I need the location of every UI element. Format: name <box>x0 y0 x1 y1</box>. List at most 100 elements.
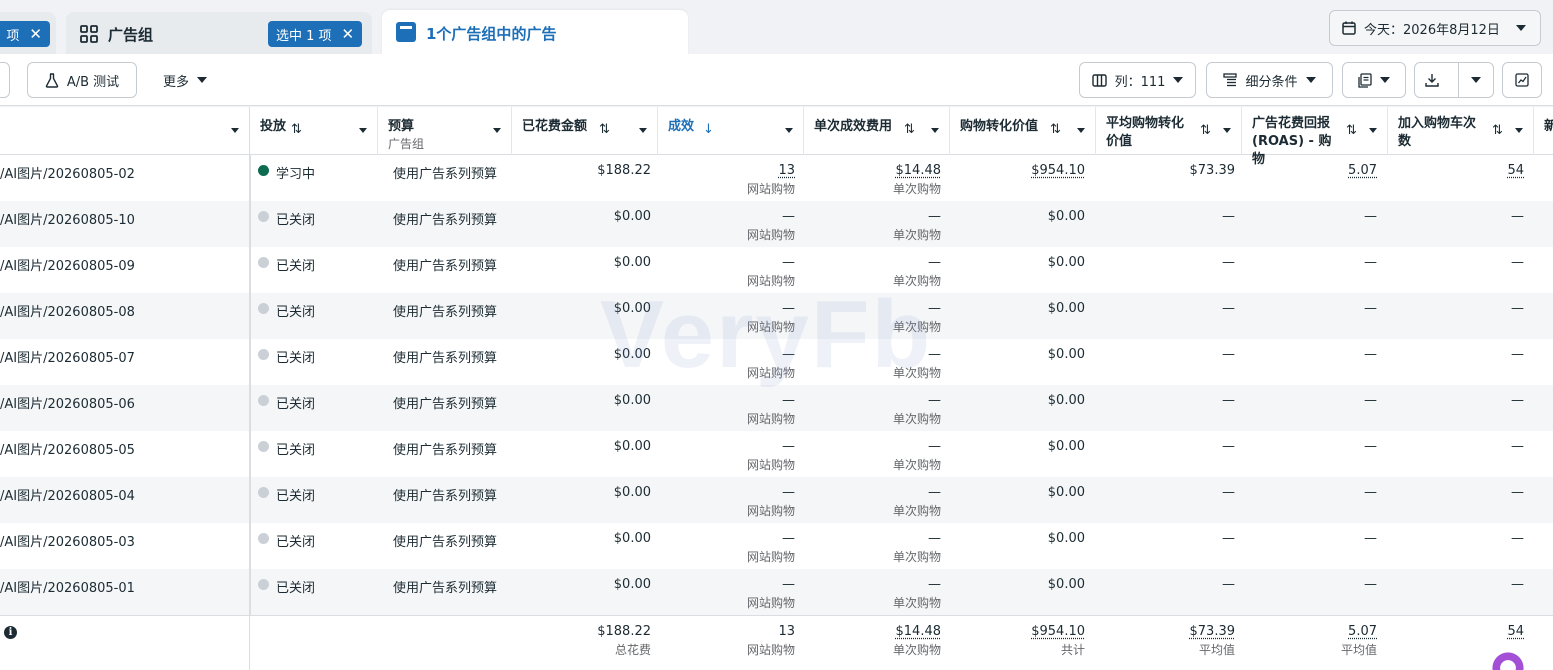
ad-name[interactable]: /AI图片/20260805-08 <box>0 305 135 320</box>
ad-name[interactable]: /AI图片/20260805-01 <box>0 581 135 596</box>
roas-cell: 5.07 <box>1242 155 1388 201</box>
sort-icon[interactable]: ⇅ <box>1492 122 1503 140</box>
sort-icon[interactable]: ⇅ <box>1346 122 1357 140</box>
chevron-down-icon[interactable] <box>1077 128 1085 133</box>
sort-desc-icon[interactable]: ↓ <box>703 122 714 137</box>
results-sub: 网站购物 <box>658 594 795 611</box>
column-header-delivery[interactable]: 投放 ⇅ <box>250 107 378 155</box>
chevron-down-icon[interactable] <box>931 128 939 133</box>
roas-value: — <box>1364 393 1377 408</box>
table-row[interactable]: /AI图片/20260805-05 已关闭 使用广告系列预算 $0.00 — 网站购物 — 单… <box>0 431 1553 477</box>
ad-name[interactable]: /AI图片/20260805-10 <box>0 213 135 228</box>
ad-name[interactable]: /AI图片/20260805-07 <box>0 351 135 366</box>
ad-name-cell[interactable]: /AI图片/20260805-05 <box>0 431 250 477</box>
ab-test-label: A/B 测试 <box>67 71 119 90</box>
export-dropdown-button[interactable] <box>1458 63 1493 97</box>
table-header: 投放 ⇅ 预算 广告组 已花费金额 ⇅ 成效 ↓ 单次成效费用 ⇅ 购物转化价值… <box>0 107 1553 155</box>
table-row[interactable]: /AI图片/20260805-02 学习中 使用广告系列预算 $188.22 13 网站购… <box>0 155 1553 201</box>
column-header-cost-per-result[interactable]: 单次成效费用 ⇅ <box>804 107 950 155</box>
close-icon[interactable]: ✕ <box>342 27 355 42</box>
ad-name[interactable]: /AI图片/20260805-03 <box>0 535 135 550</box>
column-header-purchase-value[interactable]: 购物转化价值 ⇅ <box>950 107 1096 155</box>
cost-per-result-cell: — 单次购物 <box>804 201 950 247</box>
ad-name-cell[interactable]: /AI图片/20260805-07 <box>0 339 250 385</box>
cpr-sub: 单次购物 <box>804 502 941 519</box>
tab-ad-sets[interactable]: 广告组 选中 1 项 ✕ <box>66 12 372 56</box>
sort-icon[interactable]: ⇅ <box>1050 122 1061 137</box>
breakdown-icon <box>1223 73 1237 87</box>
chevron-down-icon[interactable] <box>1223 128 1231 133</box>
tab-ads[interactable]: 1个广告组中的广告 <box>382 10 688 56</box>
results-value: — <box>782 439 795 454</box>
breakdown-button[interactable]: 细分条件 <box>1206 62 1333 98</box>
sort-icon[interactable]: ⇅ <box>291 122 302 137</box>
info-icon[interactable]: i <box>4 626 17 639</box>
chevron-down-icon[interactable] <box>785 128 793 133</box>
budget-value: 使用广告系列预算 <box>393 305 497 320</box>
column-header-name[interactable] <box>0 107 250 155</box>
ad-name-cell[interactable]: /AI图片/20260805-10 <box>0 201 250 247</box>
chevron-down-icon[interactable] <box>231 128 239 133</box>
ad-name[interactable]: /AI图片/20260805-05 <box>0 443 135 458</box>
ad-name-cell[interactable]: /AI图片/20260805-03 <box>0 523 250 569</box>
budget-cell: 使用广告系列预算 <box>378 155 512 201</box>
ad-name-cell[interactable]: /AI图片/20260805-06 <box>0 385 250 431</box>
chevron-down-icon <box>1380 77 1390 83</box>
status-dot-icon <box>258 349 269 360</box>
campaigns-selection-pill[interactable]: 项 ✕ <box>0 21 50 47</box>
ad-name[interactable]: /AI图片/20260805-02 <box>0 167 135 182</box>
more-button[interactable]: 更多 <box>150 62 220 98</box>
ad-name-cell[interactable]: /AI图片/20260805-02 <box>0 155 250 201</box>
table-row[interactable]: /AI图片/20260805-06 已关闭 使用广告系列预算 $0.00 — 网站购物 — 单… <box>0 385 1553 431</box>
chevron-down-icon[interactable] <box>639 128 647 133</box>
table-row[interactable]: /AI图片/20260805-10 已关闭 使用广告系列预算 $0.00 — 网站购物 — 单… <box>0 201 1553 247</box>
table-row[interactable]: /AI图片/20260805-09 已关闭 使用广告系列预算 $0.00 — 网站购物 — 单… <box>0 247 1553 293</box>
table-row[interactable]: /AI图片/20260805-07 已关闭 使用广告系列预算 $0.00 — 网站购物 — 单… <box>0 339 1553 385</box>
column-header-roas[interactable]: 广告花费回报 (ROAS) - 购物 ⇅ <box>1242 107 1388 155</box>
budget-value: 使用广告系列预算 <box>393 535 497 550</box>
ad-name[interactable]: /AI图片/20260805-04 <box>0 489 135 504</box>
column-header-add-to-cart[interactable]: 加入购物车次数 ⇅ <box>1388 107 1534 155</box>
sort-icon[interactable]: ⇅ <box>904 122 915 137</box>
column-header-spent[interactable]: 已花费金额 ⇅ <box>512 107 658 155</box>
chevron-down-icon[interactable] <box>493 128 501 133</box>
results-sub: 网站购物 <box>658 364 795 381</box>
chevron-down-icon[interactable] <box>1515 128 1523 133</box>
cpr-sub: 单次购物 <box>804 456 941 473</box>
table-row[interactable]: /AI图片/20260805-03 已关闭 使用广告系列预算 $0.00 — 网站购物 — 单… <box>0 523 1553 569</box>
avg-purchase-value-cell: — <box>1096 431 1242 477</box>
column-header-budget[interactable]: 预算 广告组 <box>378 107 512 155</box>
sort-icon[interactable]: ⇅ <box>599 122 610 137</box>
ad-name-cell[interactable]: /AI图片/20260805-08 <box>0 293 250 339</box>
export-button[interactable] <box>1415 63 1450 97</box>
ab-test-button[interactable]: A/B 测试 <box>27 62 137 98</box>
ad-name-cell[interactable]: /AI图片/20260805-09 <box>0 247 250 293</box>
status-dot-icon <box>258 441 269 452</box>
results-sub: 网站购物 <box>658 548 795 565</box>
ad-name-cell[interactable]: /AI图片/20260805-04 <box>0 477 250 523</box>
budget-cell: 使用广告系列预算 <box>378 431 512 477</box>
chevron-down-icon[interactable] <box>1369 128 1377 133</box>
table-row[interactable]: /AI图片/20260805-04 已关闭 使用广告系列预算 $0.00 — 网站购物 — 单… <box>0 477 1553 523</box>
chevron-down-icon[interactable] <box>359 128 367 133</box>
ad-sets-selection-pill[interactable]: 选中 1 项 ✕ <box>268 21 362 47</box>
date-range-picker[interactable]: 今天：2026年8月12日 <box>1329 10 1541 46</box>
column-header-results[interactable]: 成效 ↓ <box>658 107 804 155</box>
purchase-value-cell: $0.00 <box>950 431 1096 477</box>
column-header-avg-purchase-value[interactable]: 平均购物转化价值 ⇅ <box>1096 107 1242 155</box>
tab-campaigns[interactable]: 项 ✕ <box>0 12 56 56</box>
sort-icon[interactable]: ⇅ <box>1200 122 1211 140</box>
ad-name[interactable]: /AI图片/20260805-09 <box>0 259 135 274</box>
reports-button[interactable] <box>1342 62 1406 98</box>
charts-button[interactable] <box>1502 62 1542 98</box>
ad-name[interactable]: /AI图片/20260805-06 <box>0 397 135 412</box>
columns-button[interactable]: 列：111 <box>1079 62 1196 98</box>
table-row[interactable]: /AI图片/20260805-08 已关闭 使用广告系列预算 $0.00 — 网站购物 — 单… <box>0 293 1553 339</box>
toolbar-left-button[interactable] <box>0 62 10 98</box>
add-to-cart-cell: — <box>1388 431 1534 477</box>
close-icon[interactable]: ✕ <box>29 27 42 42</box>
column-header-next[interactable]: 新 <box>1534 107 1553 155</box>
chevron-down-icon <box>1306 77 1316 83</box>
ad-name-cell[interactable]: /AI图片/20260805-01 <box>0 569 250 615</box>
table-row[interactable]: /AI图片/20260805-01 已关闭 使用广告系列预算 $0.00 — 网站购物 — 单… <box>0 569 1553 615</box>
